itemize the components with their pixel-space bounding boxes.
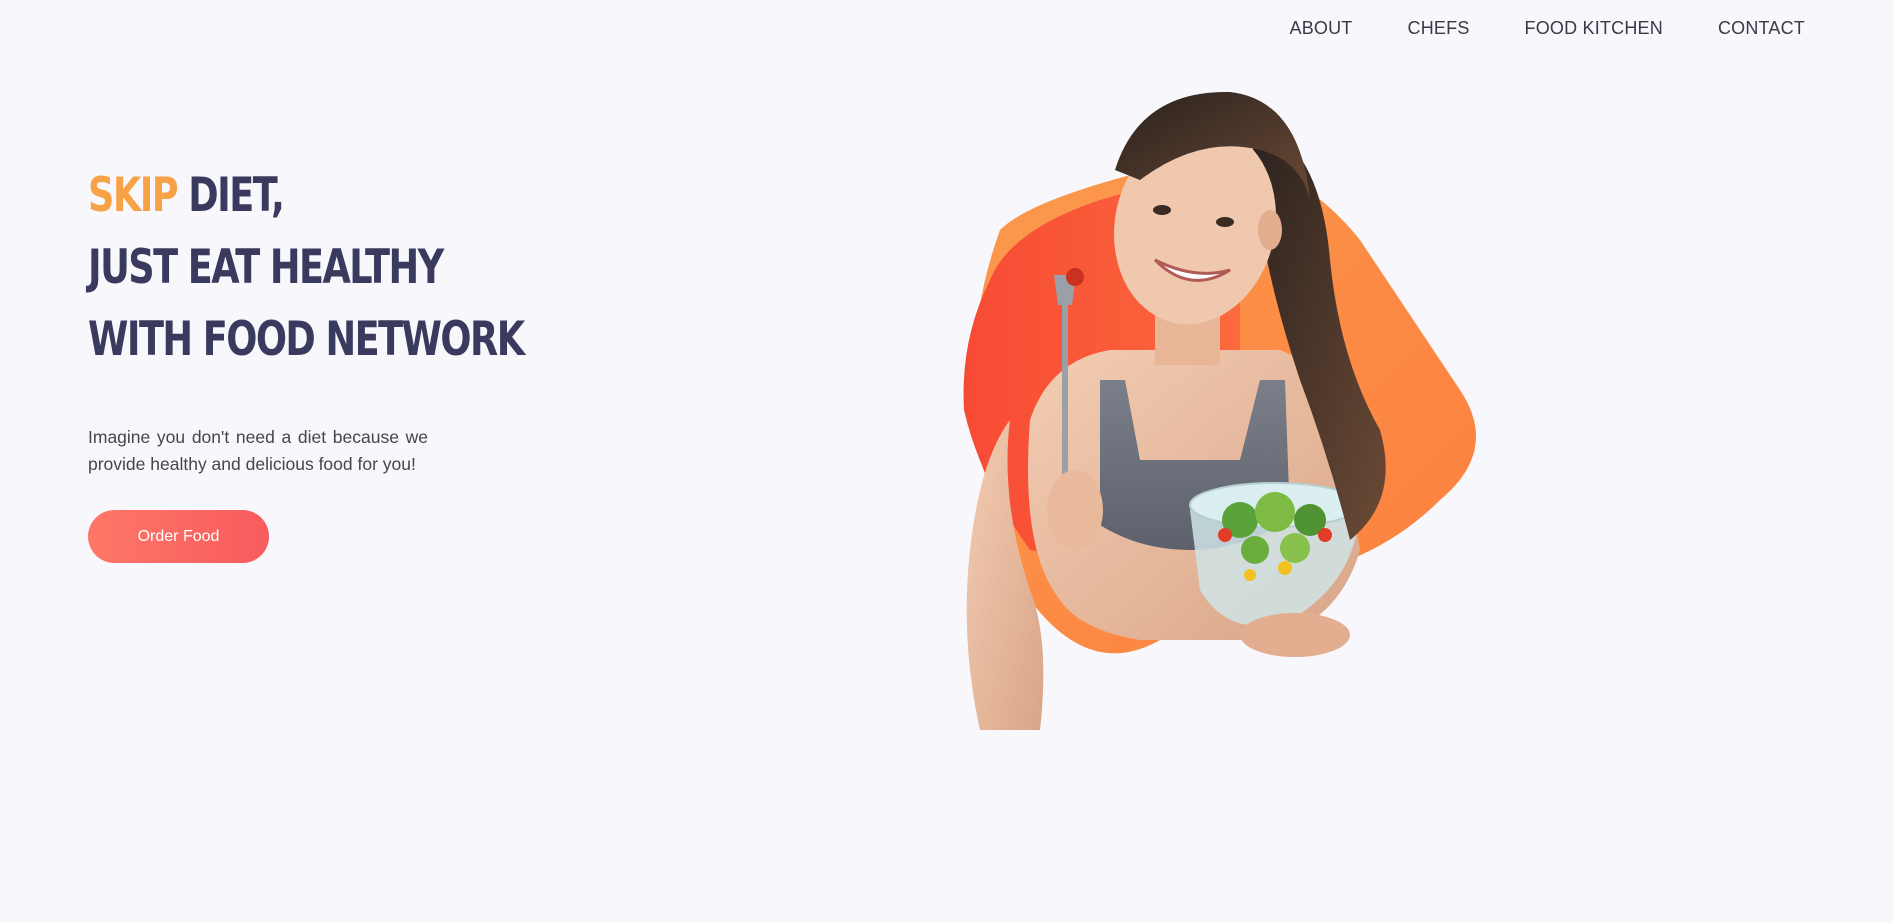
headline-line-3: WITH FOOD NETWORK <box>88 312 525 367</box>
hero-image <box>940 80 1540 760</box>
headline-line-2: JUST EAT HEALTHY <box>88 240 444 295</box>
right-hand <box>1240 613 1350 657</box>
hero-headline: SKIP DIET, JUST EAT HEALTHY WITH FOOD NE… <box>88 160 525 376</box>
nav-food-kitchen-link[interactable]: FOOD KITCHEN <box>1525 18 1663 39</box>
landing-page: ABOUT CHEFS FOOD KITCHEN CONTACT SKIP DI… <box>0 0 1894 923</box>
woman-eating-salad-illustration <box>963 91 1476 730</box>
nav-about-link[interactable]: ABOUT <box>1290 18 1353 39</box>
hero-section: SKIP DIET, JUST EAT HEALTHY WITH FOOD NE… <box>88 160 525 563</box>
headline-line-1-rest: DIET, <box>177 168 285 223</box>
top-nav: ABOUT CHEFS FOOD KITCHEN CONTACT <box>1290 18 1806 39</box>
hero-lead-text: Imagine you don't need a diet because we… <box>88 427 428 474</box>
headline-line-1: SKIP DIET, <box>88 160 416 232</box>
order-food-button[interactable]: Order Food <box>88 510 269 563</box>
nav-chefs-link[interactable]: CHEFS <box>1408 18 1470 39</box>
nav-contact-link[interactable]: CONTACT <box>1718 18 1805 39</box>
headline-accent-word: SKIP <box>88 168 179 223</box>
hand <box>1047 470 1103 550</box>
fork <box>1062 280 1068 480</box>
salad-bowl <box>1189 482 1361 626</box>
